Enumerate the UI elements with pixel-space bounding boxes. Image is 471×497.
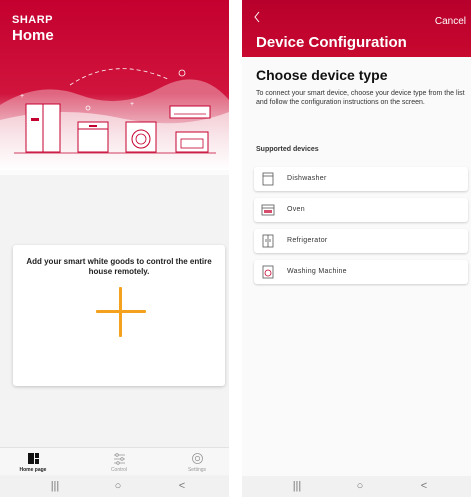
- cancel-button[interactable]: Cancel: [435, 16, 466, 27]
- svg-text:+: +: [20, 93, 24, 100]
- device-list: Dishwasher Oven Refrigerator Washing Mac…: [254, 167, 468, 291]
- dishwasher-icon: [262, 172, 274, 186]
- plus-icon[interactable]: [96, 287, 146, 337]
- device-label: Oven: [287, 206, 305, 213]
- device-label: Refrigerator: [287, 237, 328, 244]
- choose-device-description: To connect your smart device, choose you…: [256, 90, 465, 106]
- device-label: Dishwasher: [287, 175, 327, 182]
- page-title: Device Configuration: [256, 34, 407, 51]
- device-item-refrigerator[interactable]: Refrigerator: [254, 229, 468, 253]
- sliders-icon: [113, 453, 125, 465]
- nav-home-page[interactable]: Home page: [8, 451, 58, 473]
- home-screen: SHARP Home + + Add your smart white good…: [0, 0, 229, 497]
- washing-machine-icon: [262, 265, 274, 279]
- add-device-card[interactable]: Add your smart white goods to control th…: [13, 245, 225, 386]
- system-navigation-bar: ||| ○ <: [0, 476, 229, 497]
- device-configuration-screen: Cancel Device Configuration Choose devic…: [242, 0, 471, 497]
- nav-control[interactable]: Control: [94, 451, 144, 473]
- choose-device-heading: Choose device type: [256, 67, 388, 83]
- home-dashboard-icon: [27, 453, 39, 464]
- home-button[interactable]: ○: [108, 480, 128, 492]
- device-label: Washing Machine: [287, 268, 347, 275]
- device-item-washing-machine[interactable]: Washing Machine: [254, 260, 468, 284]
- brand-logo: SHARP: [12, 14, 54, 26]
- device-item-oven[interactable]: Oven: [254, 198, 468, 222]
- nav-label-settings: Settings: [187, 467, 207, 473]
- gear-icon: [191, 453, 203, 464]
- supported-devices-label: Supported devices: [256, 146, 319, 153]
- recents-button[interactable]: |||: [287, 480, 307, 492]
- config-header: Cancel Device Configuration: [242, 0, 471, 57]
- home-header: SHARP Home + +: [0, 0, 229, 175]
- add-device-text: Add your smart white goods to control th…: [26, 257, 212, 276]
- bottom-navigation: Home page Control Settings: [0, 447, 229, 475]
- page-title: Home: [12, 27, 54, 44]
- oven-icon: [261, 204, 275, 216]
- nav-label-control: Control: [110, 467, 128, 473]
- recents-button[interactable]: |||: [45, 480, 65, 492]
- back-button[interactable]: <: [172, 480, 192, 492]
- appliances-illustration: + +: [0, 68, 229, 175]
- system-navigation-bar: ||| ○ <: [242, 476, 471, 497]
- refrigerator-icon: [262, 234, 274, 248]
- nav-settings[interactable]: Settings: [172, 451, 222, 473]
- svg-text:+: +: [130, 101, 134, 108]
- chevron-left-icon[interactable]: [253, 11, 261, 23]
- device-item-dishwasher[interactable]: Dishwasher: [254, 167, 468, 191]
- back-button[interactable]: <: [414, 480, 434, 492]
- home-button[interactable]: ○: [350, 480, 370, 492]
- nav-label-home: Home page: [19, 467, 47, 473]
